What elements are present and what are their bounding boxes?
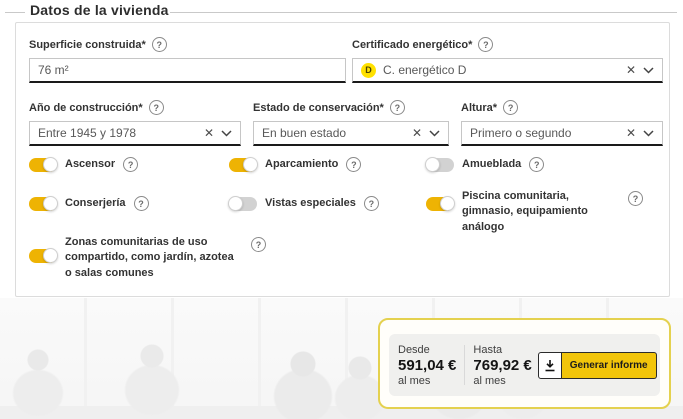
help-icon[interactable]: ? (123, 157, 139, 173)
help-icon[interactable]: ? (133, 196, 149, 212)
housing-data-card: Superficie construida* ? 76 m² Certifica… (15, 22, 670, 297)
toggle-knob (43, 196, 58, 212)
chevron-down-icon[interactable] (643, 66, 654, 74)
anio-select[interactable]: Entre 1945 y 1978 ✕ (29, 121, 241, 146)
generate-report-button[interactable]: Generar informe (561, 351, 657, 379)
toggle-knob (440, 196, 455, 211)
clear-icon[interactable]: ✕ (626, 127, 636, 139)
download-icon (545, 359, 555, 371)
field-estado: Estado de conservación* ? En buen estado… (253, 100, 449, 146)
toggle-conserjeria: Conserjería ? (29, 196, 149, 212)
field-certificado: Certificado energético* ? D C. energétic… (352, 37, 663, 83)
field-anio: Año de construcción* ? Entre 1945 y 1978… (29, 100, 241, 146)
price-from-value: 591,04 € (398, 356, 457, 374)
superficie-input[interactable]: 76 m² (29, 58, 346, 83)
toggle-knob (43, 248, 58, 263)
download-report-button[interactable] (537, 351, 562, 379)
toggle-zonas: Zonas comunitarias de uso compartido, co… (29, 235, 266, 281)
help-icon[interactable]: ? (529, 157, 545, 173)
certificado-label: Certificado energético* (352, 38, 473, 51)
help-icon[interactable]: ? (346, 157, 362, 173)
zonas-toggle[interactable] (29, 248, 58, 263)
vistas-toggle[interactable] (228, 196, 257, 212)
page-title: Datos de la vivienda (30, 2, 169, 18)
chevron-down-icon[interactable] (643, 129, 654, 137)
anio-value: Entre 1945 y 1978 (38, 126, 137, 140)
toggle-ascensor: Ascensor ? (29, 157, 139, 173)
price-to-label: Hasta (473, 343, 503, 356)
ascensor-label: Ascensor (65, 158, 116, 170)
toggle-knob (425, 157, 440, 173)
altura-select[interactable]: Primero o segundo ✕ (461, 121, 663, 146)
price-to-value: 769,92 € (473, 356, 532, 374)
toggle-knob (43, 157, 58, 173)
help-icon[interactable]: ? (628, 191, 643, 206)
help-icon[interactable]: ? (151, 37, 167, 52)
help-icon[interactable]: ? (251, 237, 266, 252)
help-icon[interactable]: ? (503, 100, 519, 115)
legend-divider-left (5, 12, 25, 13)
piscina-label: Piscina comunitaria, gimnasio, equipamie… (462, 190, 588, 233)
estado-label: Estado de conservación* (253, 101, 384, 114)
legend-divider-right (170, 12, 677, 13)
toggle-amueblada: Amueblada ? (425, 157, 545, 173)
help-icon[interactable]: ? (148, 100, 164, 115)
toggle-vistas: Vistas especiales ? (228, 196, 379, 212)
price-estimate-inner: Desde 591,04 € al mes Hasta 769,92 € al … (389, 334, 660, 396)
amueblada-label: Amueblada (462, 158, 522, 170)
toggle-piscina: Piscina comunitaria, gimnasio, equipamie… (426, 189, 643, 235)
help-icon[interactable]: ? (363, 196, 379, 212)
clear-icon[interactable]: ✕ (204, 127, 214, 139)
toggle-knob (228, 196, 243, 212)
price-to: Hasta 769,92 € al mes (473, 344, 531, 387)
aparcamiento-toggle[interactable] (229, 157, 258, 173)
estado-select[interactable]: En buen estado ✕ (253, 121, 449, 146)
anio-label: Año de construcción* (29, 101, 143, 114)
amueblada-toggle[interactable] (425, 157, 454, 173)
help-icon[interactable]: ? (389, 100, 405, 115)
toggle-aparcamiento: Aparcamiento ? (229, 157, 362, 173)
ascensor-toggle[interactable] (29, 157, 58, 173)
price-estimate-panel: Desde 591,04 € al mes Hasta 769,92 € al … (378, 318, 671, 409)
chevron-down-icon[interactable] (429, 129, 440, 137)
aparcamiento-label: Aparcamiento (265, 158, 339, 170)
clear-icon[interactable]: ✕ (626, 64, 636, 76)
altura-value: Primero o segundo (470, 126, 572, 140)
estado-value: En buen estado (262, 126, 347, 140)
altura-label: Altura* (461, 101, 498, 114)
superficie-value: 76 m² (38, 63, 69, 77)
energy-rating-d-badge: D (361, 62, 376, 78)
field-altura: Altura* ? Primero o segundo ✕ (461, 100, 663, 146)
price-divider (464, 345, 466, 385)
clear-icon[interactable]: ✕ (412, 127, 422, 139)
field-superficie: Superficie construida* ? 76 m² (29, 37, 346, 83)
certificado-value: C. energético D (383, 63, 467, 77)
price-from: Desde 591,04 € al mes (398, 344, 456, 387)
help-icon[interactable]: ? (478, 37, 494, 52)
price-from-label: Desde (398, 343, 430, 356)
zonas-label: Zonas comunitarias de uso compartido, co… (65, 236, 234, 279)
price-to-period: al mes (473, 374, 506, 387)
conserjeria-toggle[interactable] (29, 196, 58, 212)
conserjeria-label: Conserjería (65, 197, 126, 209)
vistas-label: Vistas especiales (265, 197, 356, 209)
toggle-knob (243, 157, 258, 173)
certificado-select[interactable]: D C. energético D ✕ (352, 58, 663, 83)
superficie-label: Superficie construida* (29, 38, 146, 51)
report-buttons: Generar informe (537, 351, 657, 379)
piscina-toggle[interactable] (426, 196, 455, 211)
price-from-period: al mes (398, 374, 431, 387)
chevron-down-icon[interactable] (221, 129, 232, 137)
